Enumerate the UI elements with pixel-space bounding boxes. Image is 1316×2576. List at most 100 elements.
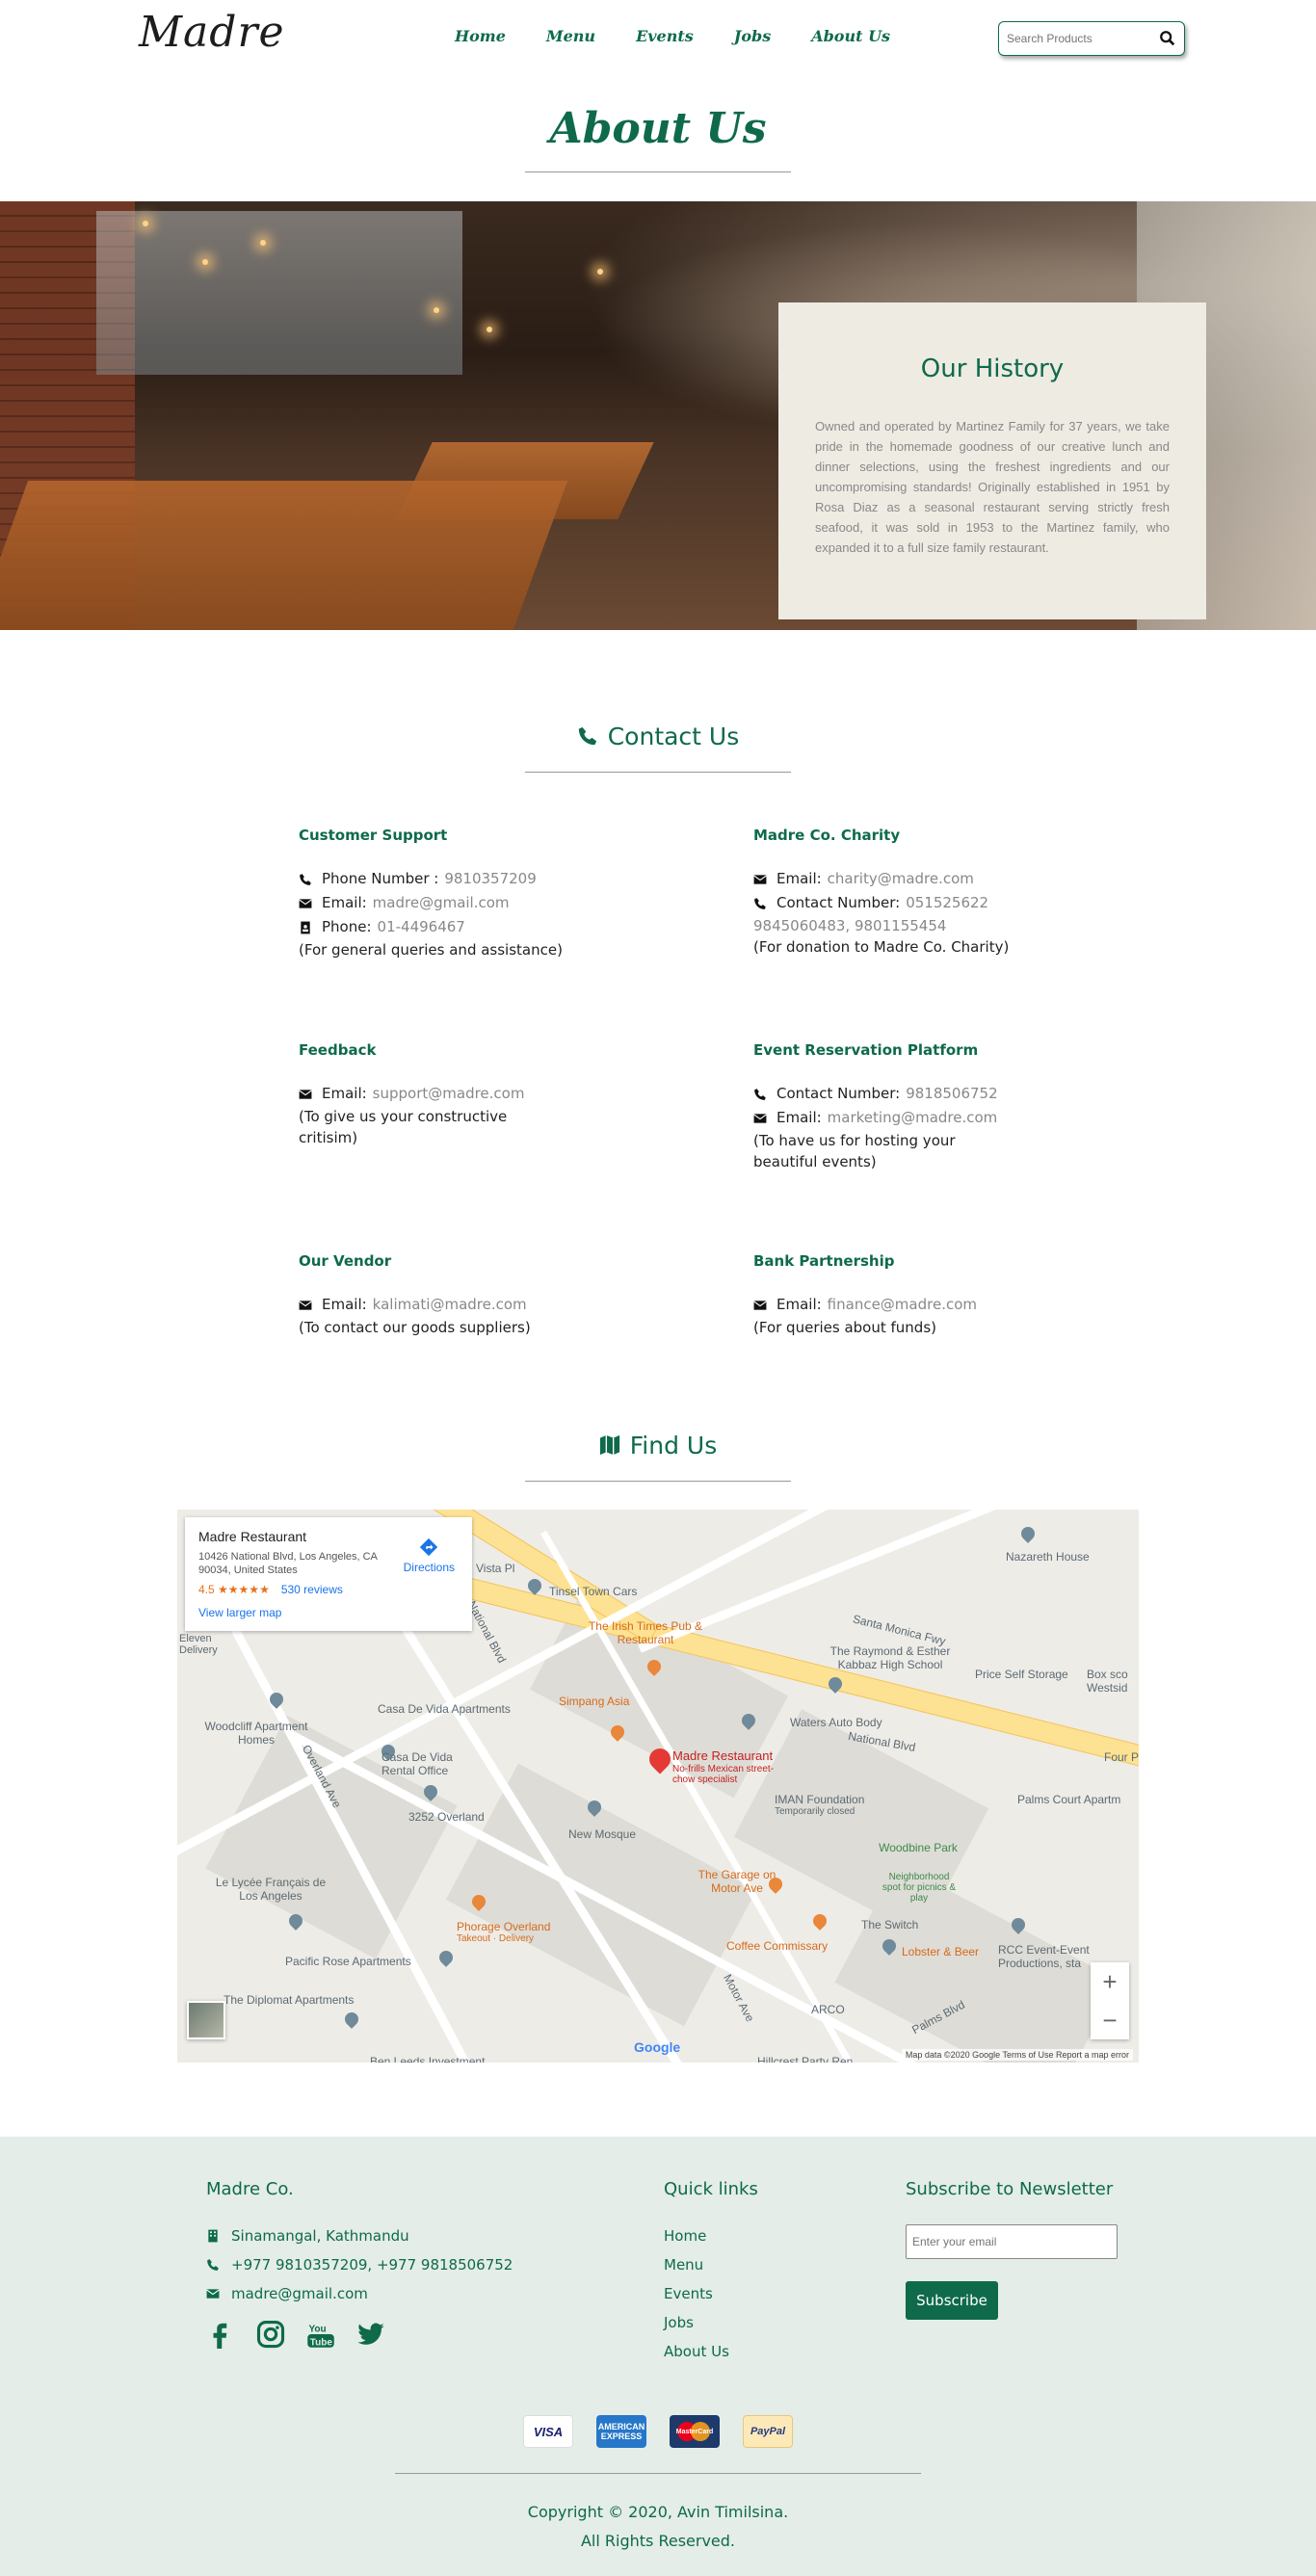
contact-label: Phone: bbox=[322, 918, 372, 935]
footer-link-events[interactable]: Events bbox=[664, 2285, 713, 2302]
instagram-icon[interactable] bbox=[256, 2320, 285, 2349]
google-map[interactable]: Vista Pl Tinsel Town Cars Nazareth House… bbox=[177, 1510, 1139, 2063]
contact-email[interactable]: finance@madre.com bbox=[828, 1293, 977, 1317]
map-label: Woodcliff Apartment Homes bbox=[204, 1720, 308, 1747]
contact-note: (For general queries and assistance) bbox=[299, 941, 563, 959]
contact-bank: Bank Partnership Email: finance@madre.com… bbox=[753, 1252, 1119, 1338]
map-label: Woodbine Park bbox=[879, 1841, 958, 1854]
zoom-controls: + − bbox=[1091, 1962, 1129, 2039]
nav-home[interactable]: Home bbox=[455, 27, 506, 45]
phone-icon bbox=[754, 1088, 766, 1100]
footer-email-text[interactable]: madre@gmail.com bbox=[231, 2285, 368, 2302]
footer-link-home[interactable]: Home bbox=[664, 2227, 706, 2245]
quick-links-title: Quick links bbox=[664, 2179, 758, 2199]
map-label: IMAN Foundation bbox=[775, 1793, 865, 1806]
contact-email[interactable]: support@madre.com bbox=[373, 1082, 525, 1106]
map-label: Waters Auto Body bbox=[790, 1716, 882, 1729]
map-label: Coffee Commissary bbox=[726, 1939, 829, 1953]
contact-email[interactable]: charity@madre.com bbox=[828, 867, 974, 891]
contact-note: (To give us your constructive critisim) bbox=[299, 1108, 508, 1146]
footer-company: Madre Co. bbox=[206, 2179, 294, 2199]
hero-lamp bbox=[597, 269, 603, 275]
map-label: Temporarily closed bbox=[775, 1806, 855, 1817]
map-reviews-link[interactable]: 530 reviews bbox=[281, 1583, 343, 1596]
envelope-icon bbox=[753, 874, 767, 884]
contact-customer-support: Customer Support Phone Number : 981035720… bbox=[299, 827, 665, 960]
contact-label: Email: bbox=[776, 870, 822, 887]
star-icons: ★★★★★ bbox=[218, 1583, 270, 1596]
map-label: Takeout · Delivery bbox=[457, 1933, 535, 1944]
contact-heading: Event Reservation Platform bbox=[753, 1041, 979, 1059]
contact-label: Email: bbox=[322, 1296, 367, 1313]
view-larger-map-link[interactable]: View larger map bbox=[198, 1606, 459, 1619]
mastercard-icon: MasterCard bbox=[670, 2415, 720, 2448]
footer-email: madre@gmail.com bbox=[206, 2285, 368, 2302]
contact-line: Email: finance@madre.com bbox=[753, 1293, 1119, 1317]
newsletter-email-input[interactable] bbox=[906, 2224, 1118, 2259]
contact-line: Contact Number: 051525622 bbox=[753, 891, 1119, 915]
directions-button[interactable]: Directions bbox=[404, 1537, 455, 1574]
map-pin[interactable] bbox=[436, 1948, 456, 1967]
contact-feedback: Feedback Email: support@madre.com (To giv… bbox=[299, 1041, 549, 1148]
youtube-icon[interactable]: You Tube bbox=[306, 2320, 335, 2349]
map-attribution[interactable]: Map data ©2020 Google Terms of Use Repor… bbox=[901, 2049, 1133, 2061]
nav-jobs[interactable]: Jobs bbox=[734, 27, 771, 45]
map-label: Neighborhood spot for picnics & play bbox=[882, 1872, 957, 1904]
map-rating: 4.5 ★★★★★ 530 reviews bbox=[198, 1583, 459, 1596]
map-label-madre[interactable]: Madre Restaurant bbox=[672, 1748, 773, 1763]
contact-phone[interactable]: 9818506752 bbox=[906, 1082, 997, 1106]
satellite-toggle[interactable] bbox=[187, 2001, 225, 2039]
copyright: Copyright © 2020, Avin Timilsina. bbox=[527, 2503, 789, 2521]
twitter-icon[interactable] bbox=[356, 2320, 385, 2349]
map-info-card: Madre Restaurant 10426 National Blvd, Lo… bbox=[185, 1517, 472, 1631]
page-title: About Us bbox=[549, 104, 767, 153]
search-input[interactable] bbox=[1007, 29, 1151, 48]
contact-line: Contact Number: 9818506752 bbox=[753, 1082, 1013, 1106]
nav-about-us[interactable]: About Us bbox=[811, 27, 890, 45]
footer-link-jobs[interactable]: Jobs bbox=[664, 2314, 694, 2331]
map-label: Simpang Asia bbox=[559, 1695, 630, 1708]
navbar: Madre Home Menu Events Jobs About Us bbox=[0, 0, 1316, 79]
map-pin[interactable] bbox=[810, 1911, 829, 1931]
contact-email[interactable]: kalimati@madre.com bbox=[373, 1293, 527, 1317]
map-rating-value: 4.5 bbox=[198, 1583, 215, 1596]
contact-vendor: Our Vendor Email: kalimati@madre.com (To … bbox=[299, 1252, 665, 1338]
zoom-in-button[interactable]: + bbox=[1091, 1962, 1129, 2001]
map-pin[interactable] bbox=[342, 2010, 361, 2029]
history-card: Our History Owned and operated by Martin… bbox=[778, 302, 1206, 619]
nav-events[interactable]: Events bbox=[636, 27, 694, 45]
search-icon[interactable] bbox=[1159, 30, 1176, 47]
map-label: Eleven Delivery bbox=[179, 1633, 218, 1656]
logo[interactable]: Madre bbox=[139, 8, 285, 57]
zoom-out-button[interactable]: − bbox=[1091, 2001, 1129, 2039]
footer-link-about-us[interactable]: About Us bbox=[664, 2343, 729, 2360]
envelope-icon bbox=[299, 1300, 312, 1310]
directions-icon bbox=[420, 1538, 438, 1557]
hero-window bbox=[96, 211, 462, 375]
svg-text:You: You bbox=[309, 2325, 327, 2335]
contact-phone[interactable]: 9810357209 bbox=[444, 867, 536, 891]
envelope-icon bbox=[299, 1089, 312, 1099]
contact-event-reservation: Event Reservation Platform Contact Numbe… bbox=[753, 1041, 1013, 1172]
contact-phone[interactable]: 9845060483, 9801155454 bbox=[753, 915, 1119, 936]
subscribe-button[interactable]: Subscribe bbox=[906, 2281, 998, 2320]
contact-divider bbox=[525, 772, 791, 773]
facebook-icon[interactable] bbox=[206, 2320, 235, 2349]
map-label: Pacific Rose Apartments bbox=[285, 1955, 411, 1968]
contact-email[interactable]: marketing@madre.com bbox=[828, 1106, 998, 1130]
contact-phone[interactable]: 01-4496467 bbox=[378, 915, 465, 939]
contact-heading: Feedback bbox=[299, 1041, 377, 1059]
nav-menu[interactable]: Menu bbox=[546, 27, 595, 45]
footer-phone-text[interactable]: +977 9810357209, +977 9818506752 bbox=[231, 2256, 513, 2274]
footer-link-menu[interactable]: Menu bbox=[664, 2256, 703, 2274]
amex-label: AMERICAN EXPRESS bbox=[597, 2422, 645, 2441]
map-label: The Irish Times Pub & Restaurant bbox=[588, 1619, 703, 1646]
map-pin[interactable] bbox=[1018, 1524, 1038, 1543]
find-us-divider bbox=[525, 1481, 791, 1482]
contact-phone[interactable]: 051525622 bbox=[906, 891, 988, 915]
contact-line: Email: charity@madre.com bbox=[753, 867, 1119, 891]
contact-line: Email: support@madre.com bbox=[299, 1082, 549, 1106]
contact-email[interactable]: madre@gmail.com bbox=[373, 891, 510, 915]
title-divider bbox=[525, 171, 791, 172]
map-icon bbox=[599, 1434, 619, 1456]
